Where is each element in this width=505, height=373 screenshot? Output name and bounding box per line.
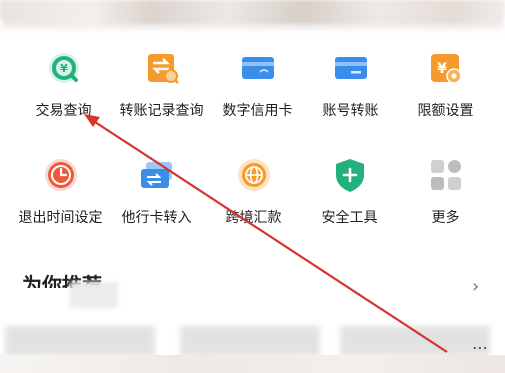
grid-more-icon <box>426 155 466 195</box>
clock-icon <box>41 155 81 195</box>
blurred-card[interactable] <box>340 326 490 356</box>
blurred-bottom-area <box>0 355 505 373</box>
limit-settings-icon: ¥ <box>426 48 466 88</box>
service-transaction-query[interactable]: ¥ 交易查询 <box>13 44 114 134</box>
service-label: 退出时间设定 <box>18 210 103 226</box>
transfer-record-icon <box>142 48 182 88</box>
service-label: 更多 <box>431 210 460 226</box>
service-label: 交易查询 <box>35 103 92 119</box>
shield-plus-icon <box>330 155 370 195</box>
svg-text:¥: ¥ <box>60 62 68 75</box>
svg-text:¥: ¥ <box>437 61 447 77</box>
account-transfer-icon <box>331 48 371 88</box>
service-digital-credit-card[interactable]: 数字信用卡 <box>207 44 308 134</box>
service-more[interactable]: 更多 <box>395 151 496 241</box>
blurred-region <box>70 282 118 308</box>
service-label: 跨境汇款 <box>225 210 282 226</box>
service-security-tools[interactable]: 安全工具 <box>299 151 400 241</box>
blurred-card[interactable] <box>5 326 155 356</box>
service-row-1: ¥ 交易查询 转账记录查询 数字信用卡 账号转账 ¥ 限额设置 <box>0 44 505 134</box>
credit-card-icon <box>238 48 278 88</box>
service-label: 安全工具 <box>321 210 378 226</box>
globe-icon <box>234 155 274 195</box>
service-label: 数字信用卡 <box>222 103 293 119</box>
blurred-header-area <box>0 0 505 34</box>
service-label: 他行卡转入 <box>121 210 192 226</box>
service-transfer-record[interactable]: 转账记录查询 <box>111 44 212 134</box>
service-logout-time[interactable]: 退出时间设定 <box>10 151 111 241</box>
card-transfer-in-icon <box>137 155 177 195</box>
service-limit-settings[interactable]: ¥ 限额设置 <box>395 44 496 134</box>
search-coin-icon: ¥ <box>44 48 84 88</box>
service-cross-border-remit[interactable]: 跨境汇款 <box>203 151 304 241</box>
chevron-right-icon[interactable]: › <box>472 276 479 297</box>
service-other-bank-card-in[interactable]: 他行卡转入 <box>106 151 207 241</box>
service-row-2: 退出时间设定 他行卡转入 跨境汇款 安全工具 更多 <box>0 151 505 241</box>
service-label: 限额设置 <box>417 103 474 119</box>
service-label: 转账记录查询 <box>119 103 204 119</box>
service-label: 账号转账 <box>322 103 379 119</box>
blurred-card[interactable] <box>180 326 320 356</box>
service-account-transfer[interactable]: 账号转账 <box>300 44 401 134</box>
